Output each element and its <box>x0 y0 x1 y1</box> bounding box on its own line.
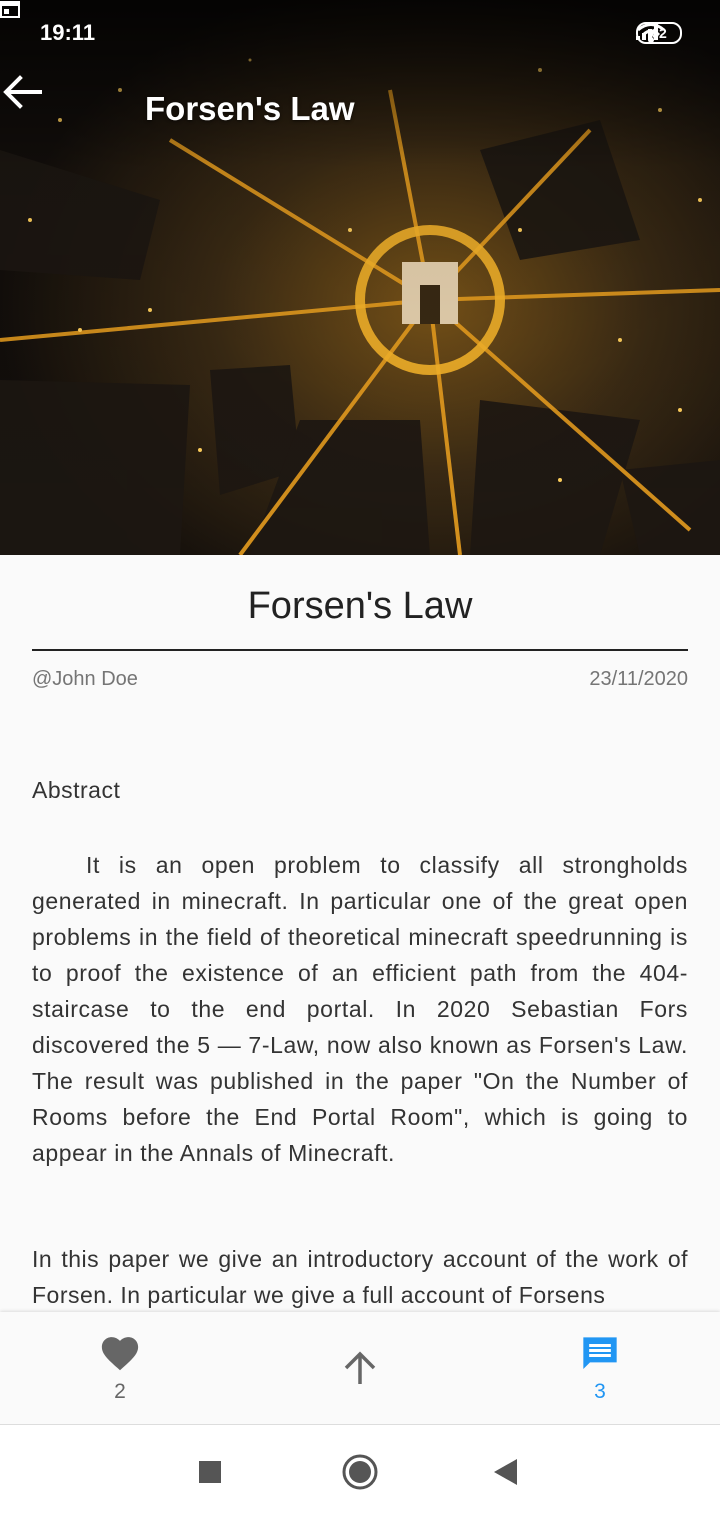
comments-button[interactable]: 3 <box>540 1312 660 1424</box>
app-bar-title: Forsen's Law <box>145 90 355 127</box>
like-button[interactable]: 2 <box>60 1312 180 1424</box>
app-bar: Forsen's Law <box>0 72 720 148</box>
wifi-icon <box>637 23 665 43</box>
calendar-icon <box>0 1 20 18</box>
circle-icon[interactable] <box>335 1453 385 1493</box>
system-navigation-bar <box>0 1425 720 1520</box>
article-title: Forsen's Law <box>247 585 473 627</box>
body-text: In this paper we give an introductory ac… <box>32 1246 688 1308</box>
comment-count: 3 <box>594 1380 606 1403</box>
like-count: 2 <box>114 1380 126 1403</box>
arrow-left-icon[interactable] <box>0 72 44 112</box>
abstract-text: It is an open problem to classify all st… <box>32 852 688 1166</box>
arrow-up-icon <box>344 1351 376 1384</box>
header-image: 19:11 62 Forsen's Law <box>0 0 720 555</box>
comment-icon <box>583 1337 617 1369</box>
triangle-icon[interactable] <box>482 1453 532 1493</box>
author-handle: @John Doe <box>32 668 138 690</box>
square-icon[interactable] <box>185 1453 235 1493</box>
article-content[interactable]: Forsen's Law @John Doe 23/11/2020 Abstra… <box>0 555 720 1313</box>
scroll-up-button[interactable] <box>300 1312 420 1424</box>
title-divider <box>32 649 688 651</box>
action-bar: 2 3 <box>0 1312 720 1425</box>
abstract-heading: Abstract <box>32 777 121 803</box>
status-time: 19:11 <box>40 20 96 45</box>
heart-icon <box>101 1337 139 1371</box>
status-bar: 19:11 62 <box>0 0 720 70</box>
publish-date: 23/11/2020 <box>589 668 688 690</box>
